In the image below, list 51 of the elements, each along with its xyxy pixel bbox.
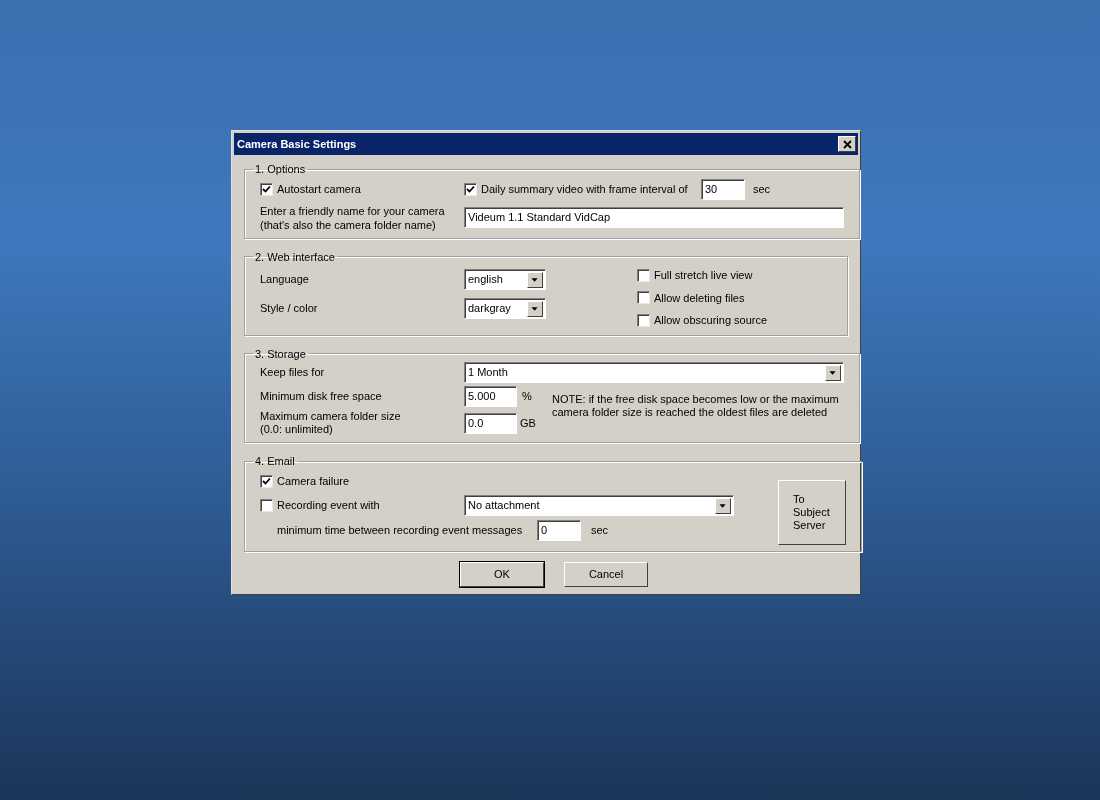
- input-field[interactable]: 5.000: [464, 386, 517, 407]
- field-label: Style / color: [260, 301, 319, 317]
- input-field[interactable]: 0: [537, 520, 581, 541]
- checkbox-label: Allow obscuring source: [654, 313, 768, 328]
- checkbox-label: Camera failure: [277, 474, 350, 490]
- checkbox[interactable]: [464, 183, 477, 196]
- checkbox[interactable]: [637, 313, 650, 327]
- checkbox-label: Allow deleting files: [654, 290, 745, 306]
- unit-label: GB: [520, 415, 536, 431]
- unit-label: sec: [591, 523, 609, 539]
- input-field[interactable]: 0.0: [464, 412, 517, 434]
- field-label: (0.0: unlimited): [260, 423, 334, 436]
- checkmark-icon: [466, 185, 475, 194]
- checkmark-icon: [262, 185, 271, 194]
- dropdown[interactable]: No attachment: [464, 495, 734, 516]
- checkbox-label: Recording event with: [277, 498, 380, 514]
- checkbox[interactable]: [637, 291, 650, 305]
- dialog-button[interactable]: OK: [460, 561, 544, 587]
- dropdown[interactable]: darkgray: [464, 298, 546, 319]
- field-label: (that's also the camera folder name): [260, 217, 437, 232]
- dropdown[interactable]: 1 Month: [464, 362, 844, 383]
- note-text: NOTE: if the free disk space becomes low or the maximum: [552, 393, 839, 406]
- group-title: 3. Storage: [254, 346, 307, 362]
- group-title: 4. Email: [254, 454, 296, 469]
- dropdown[interactable]: english: [464, 269, 546, 290]
- checkbox-label: Daily summary video with frame interval of: [481, 182, 689, 198]
- input-field[interactable]: 30: [701, 179, 745, 200]
- checkmark-icon: [262, 477, 271, 486]
- dialog-button[interactable]: Cancel: [564, 561, 648, 587]
- input-field[interactable]: Videum 1.1 Standard VidCap: [464, 207, 844, 228]
- checkbox[interactable]: [260, 499, 273, 512]
- note-text: camera folder size is reached the oldest files are deleted: [552, 406, 829, 419]
- checkbox[interactable]: [637, 268, 650, 282]
- field-label: Minimum disk free space: [260, 389, 383, 405]
- checkbox[interactable]: [260, 475, 273, 488]
- close-icon: [842, 139, 852, 149]
- checkbox[interactable]: [260, 183, 273, 196]
- server-button[interactable]: To Subject Server: [778, 479, 846, 545]
- unit-label: %: [522, 389, 532, 405]
- unit-label: sec: [753, 182, 771, 198]
- field-label: Maximum camera folder size: [260, 410, 402, 423]
- checkbox-label: Full stretch live view: [654, 268, 753, 283]
- field-label: Language: [260, 272, 310, 288]
- field-label: Keep files for: [260, 365, 326, 381]
- field-label: Enter a friendly name for your camera: [260, 203, 446, 218]
- field-label: minimum time between recording event messages: [277, 523, 524, 539]
- checkbox-label: Autostart camera: [277, 182, 361, 198]
- group-title: 2. Web interface: [254, 249, 336, 265]
- close-button[interactable]: [838, 136, 856, 152]
- group-title: 1. Options: [254, 162, 307, 177]
- window-title: Camera Basic Settings: [237, 136, 357, 152]
